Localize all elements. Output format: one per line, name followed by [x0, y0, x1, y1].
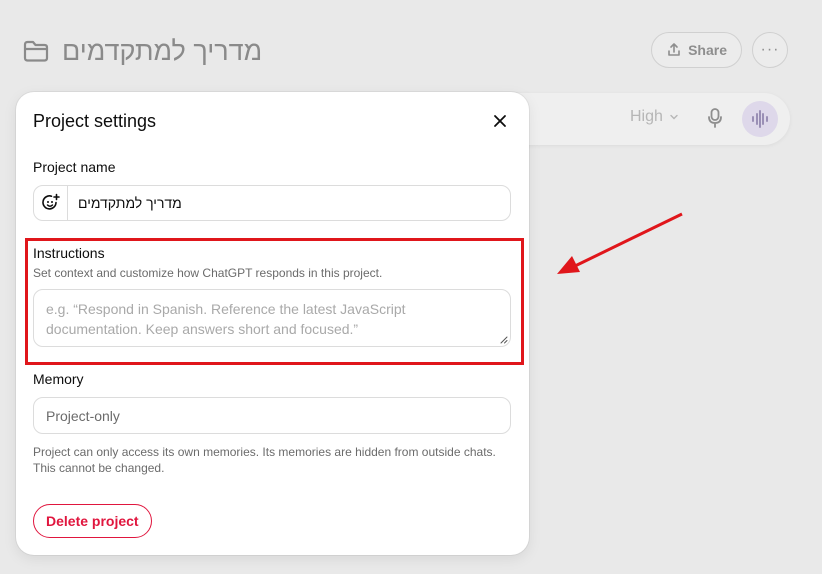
annotation-arrow: [557, 212, 683, 274]
